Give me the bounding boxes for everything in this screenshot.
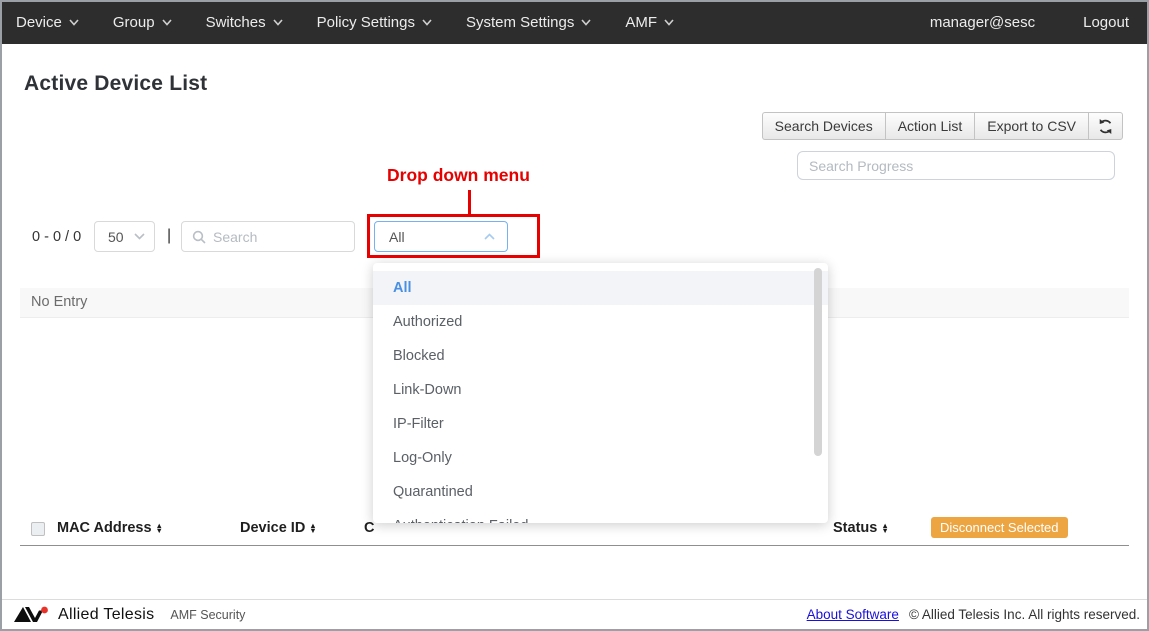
nav-menu-policy-settings[interactable]: Policy Settings [317,14,432,31]
sort-icon[interactable]: ▲▼ [309,523,316,533]
column-header-clipped[interactable]: C [364,520,374,536]
dropdown-item-quarantined[interactable]: Quarantined [373,475,828,509]
page-size-value: 50 [108,229,124,245]
page-size-select[interactable]: 50 [94,221,155,252]
logout-button[interactable]: Logout [1083,14,1129,31]
dropdown-item-authorized[interactable]: Authorized [373,305,828,339]
allied-telesis-logo: Allied Telesis AMF Security [14,606,245,624]
footer: Allied Telesis AMF Security About Softwa… [0,599,1149,629]
chevron-down-icon [422,19,432,26]
dropdown-item-link-down[interactable]: Link-Down [373,373,828,407]
nav-menu-device[interactable]: Device [16,14,79,31]
dropdown-item-clipped[interactable]: Authentication Failed [373,509,828,523]
pagination-range: 0 - 0 / 0 [32,229,81,245]
export-to-csv-button[interactable]: Export to CSV [974,112,1088,140]
copyright-text: © Allied Telesis Inc. All rights reserve… [909,607,1140,622]
chevron-down-icon [273,19,283,26]
status-filter-value: All [389,229,405,245]
dropdown-item-blocked[interactable]: Blocked [373,339,828,373]
nav-label: System Settings [466,14,574,31]
column-header-status[interactable]: Status ▲▼ [833,520,889,536]
status-filter-select[interactable]: All [374,221,508,252]
nav-label: AMF [625,14,657,31]
chevron-down-icon [162,19,172,26]
nav-label: Switches [206,14,266,31]
separator: | [167,227,171,245]
search-icon [192,230,206,244]
nav-menu-system-settings[interactable]: System Settings [466,14,591,31]
brand-name: Allied Telesis [58,606,154,624]
nav-label: Device [16,14,62,31]
nav-label: Policy Settings [317,14,415,31]
search-input[interactable] [213,229,333,245]
page-title: Active Device List [24,72,207,96]
chevron-down-icon [134,233,145,240]
disconnect-selected-button[interactable]: Disconnect Selected [931,517,1068,538]
select-all-checkbox[interactable] [31,522,45,536]
status-filter-dropdown: All Authorized Blocked Link-Down IP-Filt… [373,263,828,523]
nav-menu-group[interactable]: Group [113,14,172,31]
chevron-down-icon [664,19,674,26]
search-progress-input[interactable] [797,151,1115,180]
dropdown-scrollbar[interactable] [814,268,822,456]
sort-icon[interactable]: ▲▼ [881,523,888,533]
about-software-link[interactable]: About Software [807,607,899,622]
column-header-device-id[interactable]: Device ID ▲▼ [240,520,317,536]
toolbar-button-group: Search Devices Action List Export to CSV [762,112,1123,140]
top-navbar: Device Group Switches Policy Settings Sy… [0,0,1149,44]
annotation-pointer-line [468,190,471,214]
chevron-up-icon [484,233,495,240]
brand-logo-icon [14,606,50,624]
nav-menu-amf[interactable]: AMF [625,14,674,31]
action-list-button[interactable]: Action List [885,112,975,140]
empty-row-text: No Entry [31,294,87,310]
column-header-mac-address[interactable]: MAC Address ▲▼ [57,520,163,536]
refresh-icon [1097,118,1114,135]
nav-label: Group [113,14,155,31]
annotation-label: Drop down menu [387,165,530,186]
dropdown-item-log-only[interactable]: Log-Only [373,441,828,475]
sort-icon[interactable]: ▲▼ [156,523,163,533]
dropdown-item-ip-filter[interactable]: IP-Filter [373,407,828,441]
nav-menu-switches[interactable]: Switches [206,14,283,31]
table-header-divider [20,545,1129,546]
product-name: AMF Security [170,608,245,622]
logged-in-user: manager@sesc [930,14,1035,31]
chevron-down-icon [581,19,591,26]
search-box [181,221,355,252]
chevron-down-icon [69,19,79,26]
refresh-button[interactable] [1088,112,1123,140]
search-devices-button[interactable]: Search Devices [762,112,885,140]
dropdown-item-all[interactable]: All [373,271,828,305]
